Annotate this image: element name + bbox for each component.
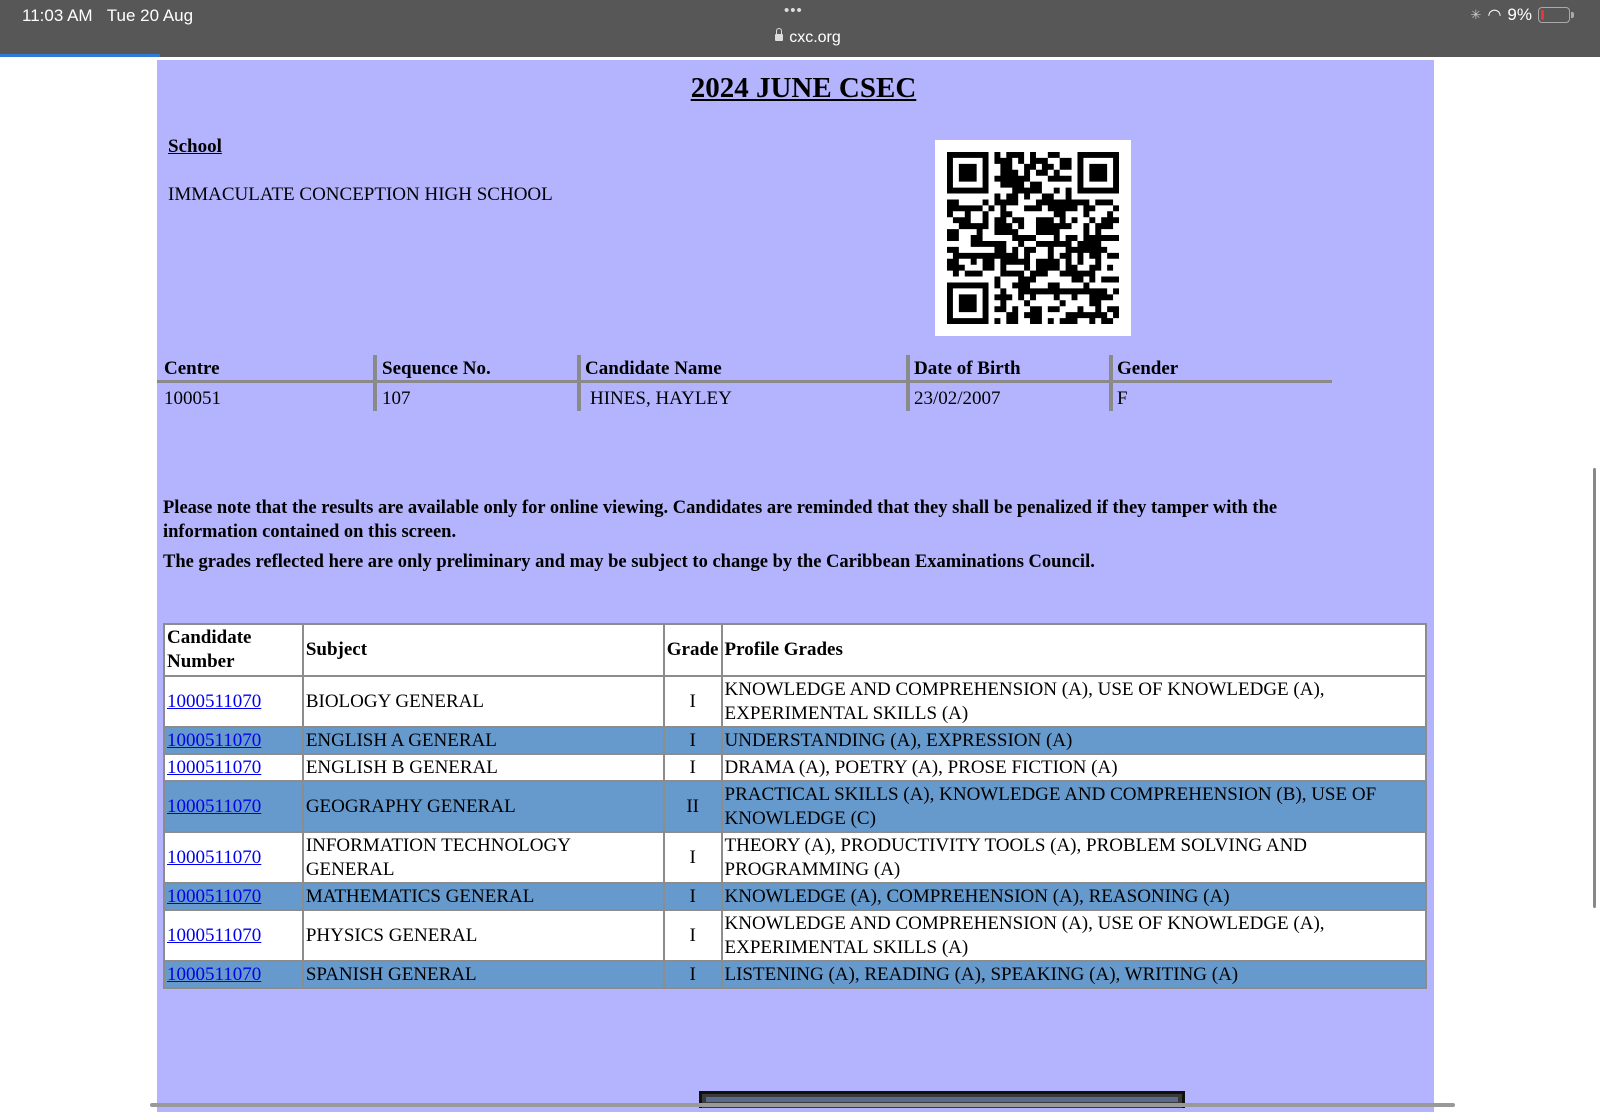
profile-grades-cell: LISTENING (A), READING (A), SPEAKING (A)… (720, 960, 1427, 989)
sequence-header: Sequence No. (382, 358, 491, 379)
candidate-number-header: Candidate Number (163, 623, 304, 677)
info-column-divider (373, 355, 377, 411)
profile-grades-cell: KNOWLEDGE AND COMPREHENSION (A), USE OF … (720, 909, 1427, 962)
grade-cell: I (662, 726, 723, 755)
centre-value: 100051 (164, 388, 221, 409)
battery-icon (1538, 7, 1574, 23)
status-time: 11:03 AM Tue 20 Aug (22, 6, 193, 26)
loading-icon: ✳ (1470, 7, 1482, 22)
school-label: School (168, 136, 222, 157)
gender-value: F (1117, 388, 1128, 409)
grade-cell: I (662, 909, 723, 962)
profile-grades-cell: THEORY (A), PRODUCTIVITY TOOLS (A), PROB… (720, 831, 1427, 884)
online-viewing-notice: Please note that the results are availab… (163, 498, 1278, 542)
dob-header: Date of Birth (914, 358, 1021, 379)
status-indicators: ✳ ◠ 9% (1470, 5, 1574, 25)
dob-value: 23/02/2007 (914, 388, 1001, 409)
grade-cell: II (662, 780, 723, 833)
profile-grades-cell: DRAMA (A), POETRY (A), PROSE FICTION (A) (720, 753, 1427, 782)
info-column-divider (577, 355, 581, 411)
subject-cell: ENGLISH B GENERAL (301, 753, 665, 782)
candidate-number-link[interactable]: 1000511070 (167, 886, 261, 907)
grade-cell: I (662, 753, 723, 782)
candidate-name-header: Candidate Name (585, 358, 722, 379)
candidate-number-link[interactable]: 1000511070 (167, 964, 261, 985)
horizontal-scrollbar[interactable] (150, 1103, 1455, 1107)
info-column-divider (1109, 355, 1113, 411)
candidate-number-link[interactable]: 1000511070 (167, 691, 261, 712)
table-row: 1000511070 GEOGRAPHY GENERAL II PRACTICA… (163, 780, 1427, 833)
subject-cell: INFORMATION TECHNOLOGY GENERAL (301, 831, 665, 884)
info-divider (157, 380, 1332, 383)
table-row: 1000511070 BIOLOGY GENERAL I KNOWLEDGE A… (163, 675, 1427, 728)
grade-cell: I (662, 882, 723, 911)
profile-grades-header: Profile Grades (720, 623, 1427, 677)
status-time-text: 11:03 AM (22, 6, 93, 25)
school-name: IMMACULATE CONCEPTION HIGH SCHOOL (168, 184, 553, 205)
table-row: 1000511070 INFORMATION TECHNOLOGY GENERA… (163, 831, 1427, 884)
status-date-text: Tue 20 Aug (106, 6, 194, 25)
results-header-row: Candidate Number Subject Grade Profile G… (163, 623, 1427, 677)
vertical-scrollbar[interactable] (1593, 468, 1596, 908)
subject-cell: PHYSICS GENERAL (301, 909, 665, 962)
centre-header: Centre (164, 358, 220, 379)
address-bar[interactable]: cxc.org (0, 28, 1600, 47)
candidate-number-link[interactable]: 1000511070 (167, 925, 261, 946)
results-page: 2024 JUNE CSEC School IMMACULATE CONCEPT… (157, 60, 1434, 1112)
grade-cell: I (662, 675, 723, 728)
wifi-icon: ◠ (1487, 7, 1502, 24)
battery-percent: 9% (1507, 5, 1532, 24)
results-table: Candidate Number Subject Grade Profile G… (163, 623, 1427, 989)
page-load-progress-bar (0, 54, 160, 57)
subject-cell: GEOGRAPHY GENERAL (301, 780, 665, 833)
subject-header: Subject (301, 623, 665, 677)
table-row: 1000511070 SPANISH GENERAL I LISTENING (… (163, 960, 1427, 989)
subject-cell: ENGLISH A GENERAL (301, 726, 665, 755)
table-row: 1000511070 ENGLISH A GENERAL I UNDERSTAN… (163, 726, 1427, 755)
gender-header: Gender (1117, 358, 1179, 379)
table-row: 1000511070 MATHEMATICS GENERAL I KNOWLED… (163, 882, 1427, 911)
subject-cell: BIOLOGY GENERAL (301, 675, 665, 728)
browser-status-bar: 11:03 AM Tue 20 Aug ••• cxc.org ✳ ◠ 9% (0, 0, 1600, 57)
profile-grades-cell: KNOWLEDGE AND COMPREHENSION (A), USE OF … (720, 675, 1427, 728)
profile-grades-cell: KNOWLEDGE (A), COMPREHENSION (A), REASON… (720, 882, 1427, 911)
more-options-icon[interactable]: ••• (784, 2, 803, 19)
candidate-number-link[interactable]: 1000511070 (167, 757, 261, 778)
page-title: 2024 JUNE CSEC (690, 72, 917, 104)
grade-header: Grade (662, 623, 723, 677)
grade-cell: I (662, 960, 723, 989)
qr-code (935, 140, 1131, 336)
grade-cell: I (662, 831, 723, 884)
sequence-value: 107 (382, 388, 411, 409)
lock-icon (775, 28, 784, 41)
info-column-divider (906, 355, 910, 411)
candidate-name-value: HINES, HAYLEY (590, 388, 732, 409)
candidate-number-link[interactable]: 1000511070 (167, 847, 261, 868)
qr-code-image (947, 152, 1119, 324)
candidate-number-link[interactable]: 1000511070 (167, 796, 261, 817)
url-text: cxc.org (789, 29, 841, 46)
subject-cell: SPANISH GENERAL (301, 960, 665, 989)
candidate-number-link[interactable]: 1000511070 (167, 730, 261, 751)
preliminary-grades-notice: The grades reflected here are only preli… (163, 552, 1095, 572)
profile-grades-cell: UNDERSTANDING (A), EXPRESSION (A) (720, 726, 1427, 755)
profile-grades-cell: PRACTICAL SKILLS (A), KNOWLEDGE AND COMP… (720, 780, 1427, 833)
qr-modules (947, 152, 1119, 324)
subject-cell: MATHEMATICS GENERAL (301, 882, 665, 911)
table-row: 1000511070 ENGLISH B GENERAL I DRAMA (A)… (163, 753, 1427, 782)
table-row: 1000511070 PHYSICS GENERAL I KNOWLEDGE A… (163, 909, 1427, 962)
